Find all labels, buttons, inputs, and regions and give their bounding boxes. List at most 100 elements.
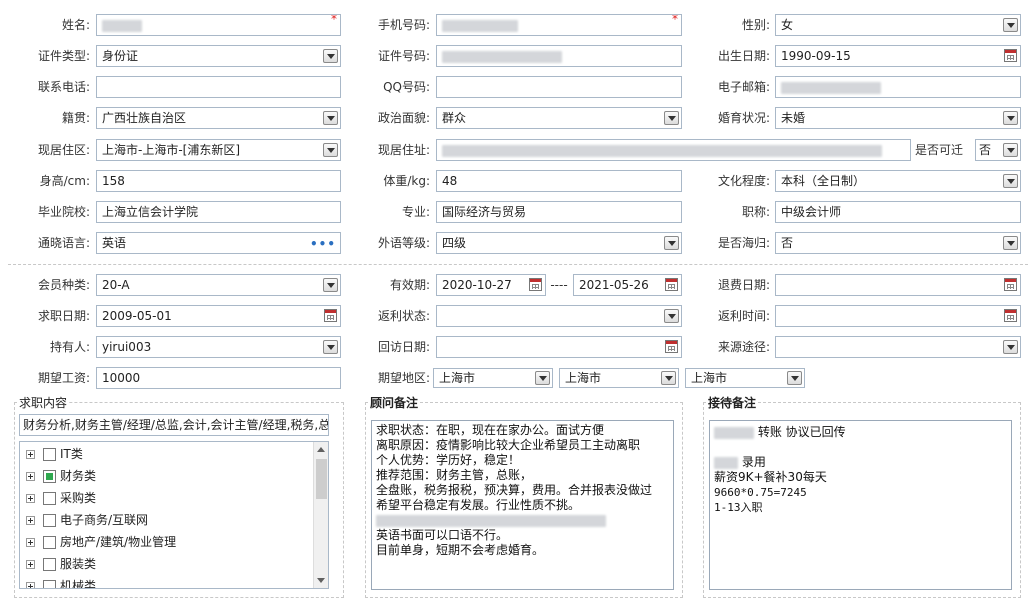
expand-icon[interactable]: [26, 538, 35, 547]
chevron-down-icon[interactable]: [664, 236, 679, 250]
name-field[interactable]: *: [96, 14, 341, 36]
checkbox[interactable]: [43, 580, 56, 588]
validity-to-field[interactable]: 2021-05-26: [573, 274, 682, 296]
rebate-status-select[interactable]: [436, 305, 682, 327]
major-field[interactable]: 国际经济与贸易: [436, 201, 682, 223]
chevron-down-icon[interactable]: [664, 111, 679, 125]
expand-icon[interactable]: [26, 472, 35, 481]
returnee-select[interactable]: 否: [775, 232, 1021, 254]
chevron-down-icon[interactable]: [323, 111, 338, 125]
political-select[interactable]: 群众: [436, 107, 682, 129]
calendar-icon[interactable]: [665, 278, 678, 291]
tree-item-purchasing[interactable]: 采购类: [26, 488, 96, 508]
chevron-down-icon[interactable]: [323, 49, 338, 63]
chevron-down-icon[interactable]: [1003, 111, 1018, 125]
tree-item-finance[interactable]: 财务类: [26, 466, 96, 486]
school-field[interactable]: 上海立信会计学院: [96, 201, 341, 223]
chevron-down-icon[interactable]: [535, 371, 550, 385]
note-line: 1-13入职: [714, 501, 763, 514]
chevron-down-icon[interactable]: [664, 309, 679, 323]
region-province-select[interactable]: 上海市: [433, 368, 553, 388]
qq-field[interactable]: [436, 76, 682, 98]
chevron-down-icon[interactable]: [661, 371, 676, 385]
email-field[interactable]: [775, 76, 1021, 98]
expand-icon[interactable]: [26, 582, 35, 588]
calendar-icon[interactable]: [1004, 278, 1017, 291]
reception-notes-textarea[interactable]: 转账 协议已回传 录用 薪资9K+餐补30每天 9660*0.75=7245 1…: [709, 420, 1012, 590]
lang-level-select[interactable]: 四级: [436, 232, 682, 254]
checkbox-partial[interactable]: [43, 470, 56, 483]
scroll-down-arrow-icon[interactable]: [317, 578, 325, 583]
salary-field[interactable]: 10000: [96, 367, 341, 389]
rebate-time-field[interactable]: [775, 305, 1021, 327]
relocatable-select[interactable]: 否: [975, 139, 1021, 161]
checkbox[interactable]: [43, 536, 56, 549]
region-district-select[interactable]: 上海市: [685, 368, 805, 388]
tree-item-ecommerce[interactable]: 电子商务/互联网: [26, 510, 148, 530]
gender-select[interactable]: 女: [775, 14, 1021, 36]
calendar-icon[interactable]: [1004, 309, 1017, 322]
title-field[interactable]: 中级会计师: [775, 201, 1021, 223]
weight-field[interactable]: 48: [436, 170, 682, 192]
mobile-field[interactable]: *: [436, 14, 682, 36]
height-field[interactable]: 158: [96, 170, 341, 192]
tree-scrollbar[interactable]: [313, 442, 328, 588]
checkbox[interactable]: [43, 514, 56, 527]
residence-addr-field[interactable]: [436, 139, 911, 161]
tree-item-real-estate[interactable]: 房地产/建筑/物业管理: [26, 532, 176, 552]
validity-from-field[interactable]: 2020-10-27: [436, 274, 546, 296]
tree-item-it[interactable]: IT类: [26, 444, 83, 464]
native-place-select[interactable]: 广西壮族自治区: [96, 107, 341, 129]
more-options-icon[interactable]: •••: [310, 234, 336, 253]
source-select[interactable]: [775, 336, 1021, 358]
region-city-select[interactable]: 上海市: [559, 368, 679, 388]
expand-icon[interactable]: [26, 516, 35, 525]
masked-value: [442, 50, 562, 63]
revisit-date-field[interactable]: [436, 336, 682, 358]
job-content-summary[interactable]: 财务分析,财务主管/经理/总监,会计,会计主管/经理,税务,总: [19, 414, 329, 436]
salary-value: 10000: [102, 371, 141, 385]
chevron-down-icon[interactable]: [1003, 236, 1018, 250]
chevron-down-icon[interactable]: [323, 143, 338, 157]
gender-value: 女: [781, 18, 794, 32]
calendar-icon[interactable]: [1004, 49, 1017, 62]
expand-icon[interactable]: [26, 560, 35, 569]
id-number-field[interactable]: [436, 45, 682, 67]
language-field[interactable]: 英语 •••: [96, 232, 341, 254]
calendar-icon[interactable]: [529, 278, 542, 291]
holder-select[interactable]: yirui003: [96, 336, 341, 358]
chevron-down-icon[interactable]: [323, 278, 338, 292]
checkbox[interactable]: [43, 558, 56, 571]
checkbox[interactable]: [43, 448, 56, 461]
job-category-tree[interactable]: IT类 财务类 采购类 电子商务/互联网 房地产/建筑/物业管理 服装类 机械类: [19, 441, 329, 589]
phone-field[interactable]: [96, 76, 341, 98]
chevron-down-icon[interactable]: [1003, 18, 1018, 32]
birth-date-field[interactable]: 1990-09-15: [775, 45, 1021, 67]
scroll-thumb[interactable]: [316, 459, 327, 499]
checkbox[interactable]: [43, 492, 56, 505]
calendar-icon[interactable]: [324, 309, 337, 322]
expand-icon[interactable]: [26, 494, 35, 503]
calendar-icon[interactable]: [665, 340, 678, 353]
tree-item-machinery[interactable]: 机械类: [26, 576, 96, 588]
note-line-masked: [376, 513, 669, 528]
job-date-field[interactable]: 2009-05-01: [96, 305, 341, 327]
chevron-down-icon[interactable]: [1003, 174, 1018, 188]
id-type-select[interactable]: 身份证: [96, 45, 341, 67]
consultant-notes-textarea[interactable]: 求职状态：在职，现在在家办公。面试方便 离职原因：疫情影响比较大企业希望员工主动…: [371, 420, 674, 590]
school-label: 毕业院校:: [37, 205, 90, 219]
member-type-select[interactable]: 20-A: [96, 274, 341, 296]
chevron-down-icon[interactable]: [1003, 340, 1018, 354]
education-select[interactable]: 本科（全日制）: [775, 170, 1021, 192]
expand-icon[interactable]: [26, 450, 35, 459]
qq-label: QQ号码:: [383, 80, 430, 94]
residence-area-select[interactable]: 上海市-上海市-[浦东新区]: [96, 139, 341, 161]
chevron-down-icon[interactable]: [323, 340, 338, 354]
chevron-down-icon[interactable]: [1003, 143, 1018, 157]
scroll-up-arrow-icon[interactable]: [317, 447, 325, 452]
tree-item-apparel[interactable]: 服装类: [26, 554, 96, 574]
chevron-down-icon[interactable]: [787, 371, 802, 385]
mobile-label: 手机号码:: [377, 18, 430, 32]
refund-date-field[interactable]: [775, 274, 1021, 296]
marital-select[interactable]: 未婚: [775, 107, 1021, 129]
